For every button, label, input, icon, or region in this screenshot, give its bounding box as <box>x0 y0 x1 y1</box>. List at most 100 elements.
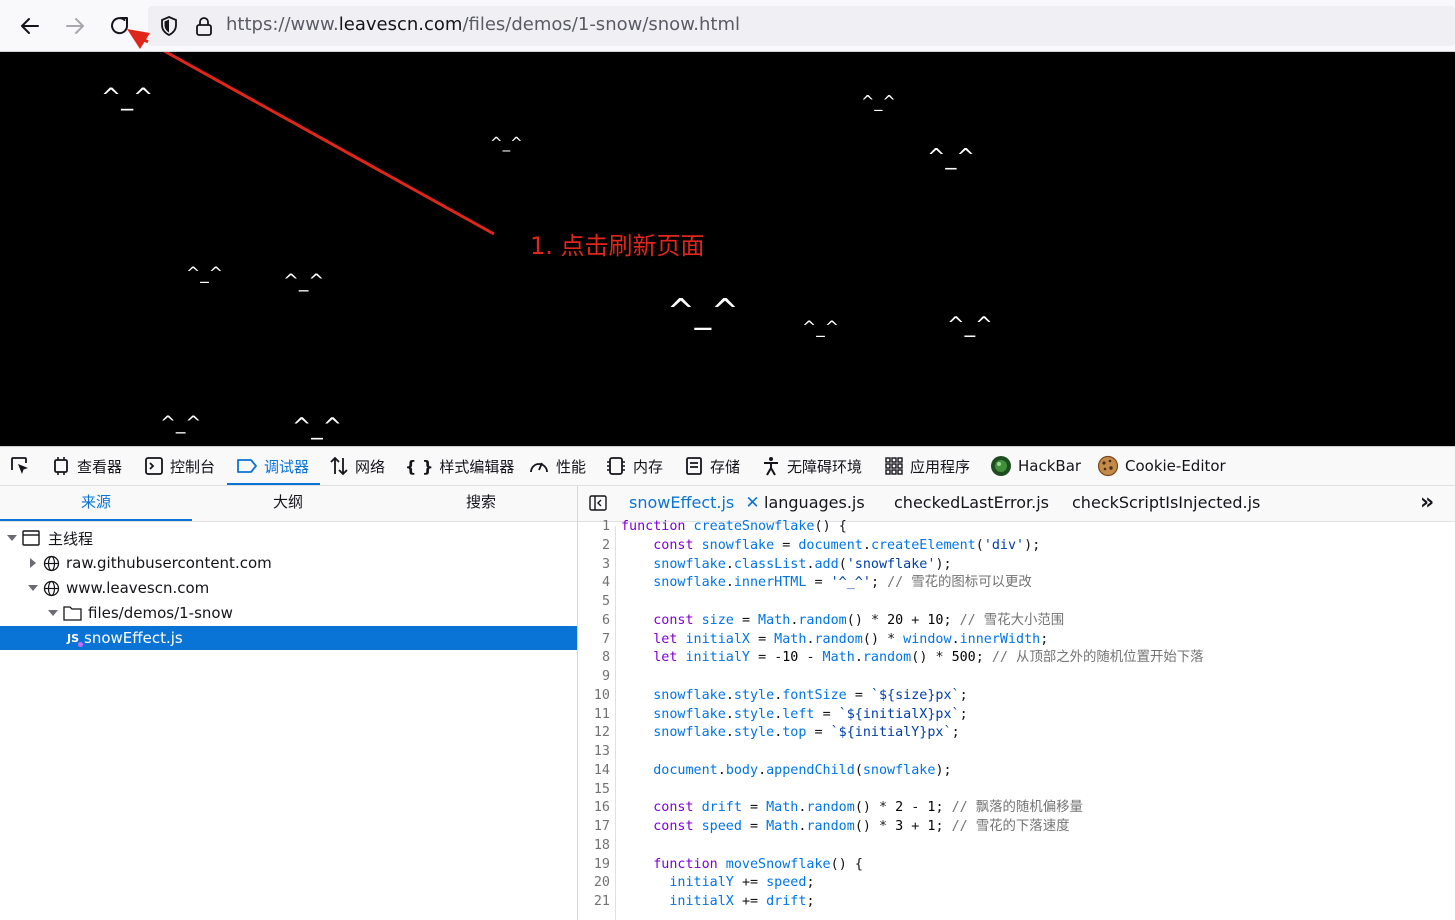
line-number[interactable]: 5 <box>578 592 610 611</box>
more-tabs-icon[interactable]: » <box>1420 490 1434 515</box>
close-icon[interactable]: ✕ <box>745 493 759 513</box>
lock-icon[interactable] <box>193 15 215 37</box>
code-text: initialX += drift; <box>621 894 815 909</box>
tab-performance[interactable]: 性能 <box>528 447 586 485</box>
code-line[interactable]: 11 snowflake.style.left = `${initialX}px… <box>578 705 1455 724</box>
editor-tab-checkedlasterror[interactable]: checkedLastError.js <box>894 486 1049 519</box>
line-number[interactable]: 2 <box>578 536 610 555</box>
code-text: function moveSnowflake() { <box>653 856 863 872</box>
code-line[interactable]: 8 let initialY = -10 - Math.random() * 5… <box>578 648 1455 667</box>
debugger-icon <box>237 459 257 473</box>
code-line[interactable]: 13 <box>578 742 1455 761</box>
toggle-sidebar-icon[interactable] <box>589 494 607 512</box>
tab-sources[interactable]: 来源 <box>0 486 192 521</box>
line-number[interactable]: 15 <box>578 780 610 799</box>
line-number[interactable]: 10 <box>578 686 610 705</box>
code-text: snowflake.innerHTML = '^_^'; // 雪花的图标可以更… <box>621 575 1032 591</box>
shield-icon[interactable] <box>158 15 180 37</box>
code-line[interactable]: 16 const drift = Math.random() * 2 - 1; … <box>578 798 1455 817</box>
code-line[interactable]: 17 const speed = Math.random() * 3 + 1; … <box>578 817 1455 836</box>
tab-search[interactable]: 搜索 <box>385 486 577 519</box>
application-icon <box>885 457 903 475</box>
tab-console[interactable]: 控制台 <box>144 447 215 485</box>
console-icon <box>145 457 163 475</box>
line-number[interactable]: 17 <box>578 817 610 836</box>
reload-icon <box>111 17 129 35</box>
line-number[interactable]: 19 <box>578 855 610 874</box>
tab-style-editor[interactable]: { } 样式编辑器 <box>405 447 514 485</box>
tab-outline[interactable]: 大纲 <box>192 486 384 519</box>
line-number[interactable]: 18 <box>578 836 610 855</box>
tab-memory[interactable]: 内存 <box>605 447 663 485</box>
line-number[interactable]: 20 <box>578 873 610 892</box>
url-text[interactable]: https://www.leavescn.com/files/demos/1-s… <box>226 14 740 35</box>
pick-element-button[interactable] <box>8 447 38 485</box>
line-number[interactable]: 14 <box>578 761 610 780</box>
pick-element-icon <box>11 457 28 474</box>
code-text: snowflake.style.left = `${initialX}px`; <box>621 706 968 722</box>
line-number[interactable]: 13 <box>578 742 610 761</box>
line-number[interactable]: 21 <box>578 892 610 911</box>
forward-button[interactable] <box>61 12 89 40</box>
line-number[interactable]: 11 <box>578 705 610 724</box>
code-line[interactable]: 6 const size = Math.random() * 20 + 10; … <box>578 611 1455 630</box>
tree-item-main-thread[interactable]: 主线程 <box>0 526 577 550</box>
tab-application[interactable]: 应用程序 <box>884 447 970 485</box>
tree-item-snoweffect[interactable]: JS snowEffect.js <box>0 626 577 650</box>
tree-item-folder[interactable]: files/demos/1-snow <box>0 601 577 625</box>
line-number[interactable]: 9 <box>578 667 610 686</box>
code-line[interactable]: 9 <box>578 667 1455 686</box>
tab-storage[interactable]: 存储 <box>684 447 740 485</box>
code-line[interactable]: 3 snowflake.classList.add('snowflake'); <box>578 555 1455 574</box>
code-line[interactable]: 14 document.body.appendChild(snowflake); <box>578 761 1455 780</box>
tab-hackbar[interactable]: HackBar <box>990 447 1081 485</box>
reload-button[interactable] <box>106 12 134 40</box>
tree-item-leavescn[interactable]: www.leavescn.com <box>0 576 577 600</box>
back-button[interactable] <box>16 12 44 40</box>
line-number[interactable]: 7 <box>578 630 610 649</box>
tree-item-github[interactable]: raw.githubusercontent.com <box>0 551 577 575</box>
url-domain: leavescn.com <box>338 14 463 35</box>
line-number[interactable]: 3 <box>578 555 610 574</box>
folder-icon <box>63 606 82 621</box>
network-icon <box>330 456 348 476</box>
code-line[interactable]: 19 function moveSnowflake() { <box>578 855 1455 874</box>
tab-accessibility[interactable]: 无障碍环境 <box>761 447 862 485</box>
code-text: function createSnowflake() { <box>621 519 847 534</box>
sources-tabs: 来源 大纲 搜索 <box>0 486 577 522</box>
line-number[interactable]: 1 <box>578 517 610 536</box>
hackbar-icon <box>991 456 1011 476</box>
tab-inspector[interactable]: 查看器 <box>51 447 122 485</box>
editor-tab-languages[interactable]: languages.js <box>764 486 865 519</box>
accessibility-icon <box>764 457 778 476</box>
tab-label: 无障碍环境 <box>787 457 863 476</box>
code-line[interactable]: 4 snowflake.innerHTML = '^_^'; // 雪花的图标可… <box>578 573 1455 592</box>
tab-cookie-editor[interactable]: Cookie-Editor <box>1097 447 1226 485</box>
code-editor[interactable]: 1 function createSnowflake() { 2 const sno… <box>578 519 1455 920</box>
tree-item-label: files/demos/1-snow <box>88 604 233 622</box>
code-line[interactable]: 12 snowflake.style.top = `${initialY}px`… <box>578 723 1455 742</box>
code-line[interactable]: 5 <box>578 592 1455 611</box>
code-text: document.body.appendChild(snowflake); <box>621 762 952 778</box>
code-line[interactable]: 7 let initialX = Math.random() * window.… <box>578 630 1455 649</box>
line-number[interactable]: 12 <box>578 723 610 742</box>
line-number[interactable]: 4 <box>578 573 610 592</box>
code-line[interactable]: 21 initialX += drift; <box>578 892 1455 911</box>
annotation-arrow <box>162 52 495 236</box>
editor-tab-checkscript[interactable]: checkScriptIsInjected.js <box>1072 486 1260 519</box>
code-line[interactable]: 10 snowflake.style.fontSize = `${size}px… <box>578 686 1455 705</box>
code-text: snowflake.style.fontSize = `${size}px`; <box>621 687 968 703</box>
code-line[interactable]: 1 function createSnowflake() { <box>578 517 1455 536</box>
code-line[interactable]: 2 const snowflake = document.createEleme… <box>578 536 1455 555</box>
code-text: const snowflake = document.createElement… <box>653 537 1041 553</box>
tab-debugger[interactable]: 调试器 <box>236 447 309 485</box>
line-number[interactable]: 8 <box>578 648 610 667</box>
line-number[interactable]: 6 <box>578 611 610 630</box>
code-line[interactable]: 18 <box>578 836 1455 855</box>
tab-label: 调试器 <box>264 457 310 476</box>
tab-network[interactable]: 网络 <box>329 447 385 485</box>
code-line[interactable]: 20 initialY += speed; <box>578 873 1455 892</box>
line-number[interactable]: 16 <box>578 798 610 817</box>
code-line[interactable]: 15 <box>578 780 1455 799</box>
editor-tab-snoweffect[interactable]: snowEffect.js ✕ <box>629 486 760 519</box>
